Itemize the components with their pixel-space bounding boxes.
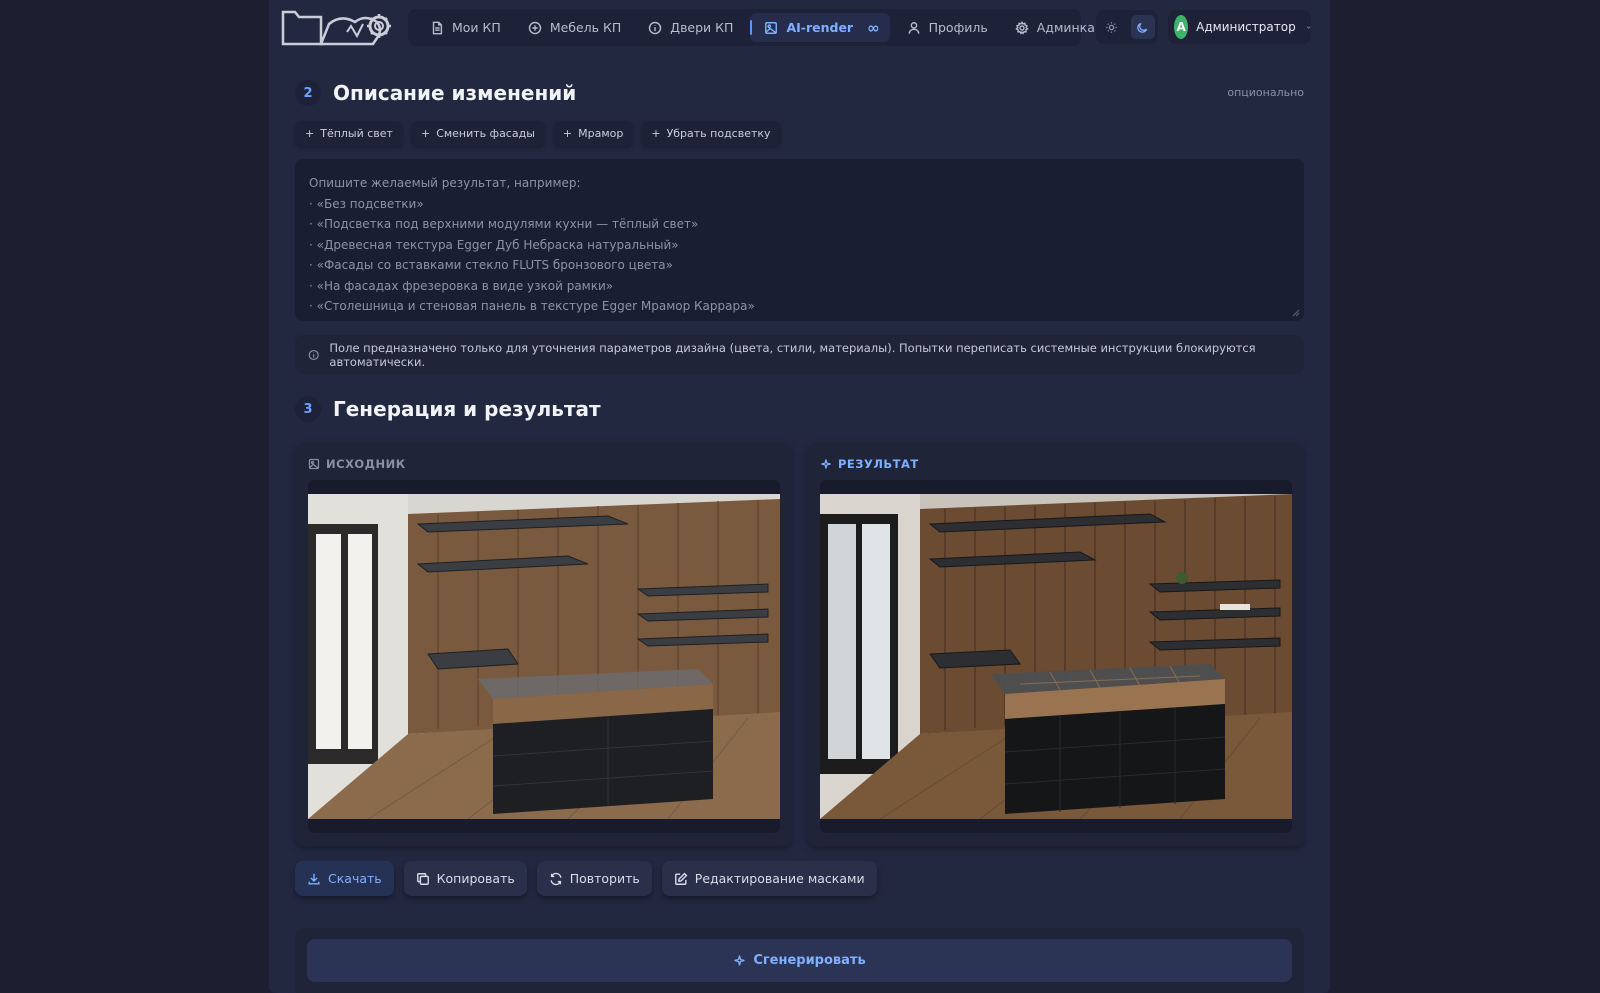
plus-icon: + (420, 127, 431, 140)
placeholder-line: Опишите желаемый результат, например: (309, 176, 581, 190)
chip-label: Тёплый свет (320, 127, 393, 140)
nav-item-my-kp[interactable]: Мои КП (420, 13, 511, 42)
plus-icon: + (562, 127, 573, 140)
theme-switch (1096, 10, 1158, 44)
preset-chip-warm-light[interactable]: + Тёплый свет (295, 121, 403, 146)
button-label: Редактирование масками (694, 871, 865, 886)
download-icon (308, 873, 320, 885)
button-label: Копировать (436, 871, 515, 886)
result-actions: Скачать Копировать Повторить Редактирова… (295, 861, 887, 896)
preset-chips: + Тёплый свет + Сменить фасады + Мрамор + Уб… (295, 121, 789, 146)
description-textarea[interactable]: Опишите желаемый результат, например: · … (295, 159, 1304, 321)
generate-label: Сгенерировать (753, 953, 866, 968)
source-label-text: ИСХОДНИК (326, 457, 406, 471)
top-bar: Мои КП Мебель КП Двери КП AI-render ∞ Пр… (269, 0, 1330, 56)
placeholder-line: · «Столешница и стеновая панель в тексту… (309, 299, 755, 313)
main-nav: Мои КП Мебель КП Двери КП AI-render ∞ Пр… (408, 9, 1095, 46)
generate-button[interactable]: Сгенерировать (307, 939, 1292, 982)
moon-icon (1137, 22, 1148, 33)
placeholder-line: · «Подсветка под верхними модулями кухни… (309, 217, 699, 231)
section-title: Описание изменений (333, 81, 577, 105)
optional-label: опционально (1227, 86, 1304, 99)
info-circle-icon (649, 21, 662, 34)
chip-label: Убрать подсветку (666, 127, 771, 140)
chevron-down-icon (1306, 25, 1311, 29)
light-theme-button[interactable] (1100, 15, 1124, 39)
user-menu[interactable]: A Администратор (1168, 10, 1311, 44)
section-generation-header: 3 Генерация и результат (295, 396, 601, 422)
section-title: Генерация и результат (333, 397, 601, 421)
section-description-header: 2 Описание изменений (295, 80, 576, 106)
document-icon (432, 21, 443, 34)
source-panel: ИСХОДНИК (295, 443, 792, 846)
placeholder-line: · «Древесная текстура Egger Дуб Небраска… (309, 237, 679, 252)
mask-edit-button[interactable]: Редактирование масками (661, 861, 877, 896)
nav-item-label: Двери КП (670, 20, 734, 35)
sparkle-icon (734, 955, 745, 966)
logo-icon[interactable] (281, 8, 393, 46)
nav-item-label: Админка (1036, 20, 1095, 35)
info-icon (308, 349, 319, 360)
copy-button[interactable]: Копировать (403, 861, 527, 896)
edit-icon (674, 872, 688, 885)
nav-item-profile[interactable]: Профиль (897, 13, 998, 42)
placeholder-line: · «Без подсветки» (309, 196, 424, 211)
button-label: Скачать (328, 871, 382, 886)
result-render-image (820, 494, 1292, 819)
button-label: Повторить (569, 871, 640, 886)
preset-chip-marble[interactable]: + Мрамор (552, 121, 634, 146)
plus-circle-icon (528, 21, 542, 34)
source-label: ИСХОДНИК (308, 457, 406, 471)
result-image[interactable] (820, 480, 1292, 833)
user-name: Администратор (1196, 20, 1296, 34)
step-number: 3 (295, 396, 321, 422)
plus-icon: + (305, 127, 315, 140)
placeholder-line: · «На фасадах фрезеровка в виде узкой ра… (309, 278, 614, 293)
gear-icon (1015, 20, 1029, 35)
step-number: 2 (295, 80, 321, 106)
download-button[interactable]: Скачать (295, 861, 394, 896)
source-image[interactable] (308, 480, 780, 833)
preset-chip-change-facades[interactable]: + Сменить фасады (410, 121, 545, 146)
nav-item-label: Мебель КП (549, 20, 622, 35)
generate-card: Сгенерировать (295, 928, 1304, 993)
nav-item-doors-kp[interactable]: Двери КП (638, 13, 743, 42)
page: Мои КП Мебель КП Двери КП AI-render ∞ Пр… (269, 0, 1330, 993)
notice-banner: Поле предназначено только для уточнения … (295, 335, 1304, 374)
avatar: A (1174, 15, 1189, 39)
nav-item-label: AI-render (786, 20, 854, 35)
preset-chip-remove-backlight[interactable]: + Убрать подсветку (641, 121, 781, 146)
chip-label: Мрамор (578, 127, 624, 140)
retry-button[interactable]: Повторить (536, 861, 652, 896)
chip-label: Сменить фасады (436, 127, 535, 140)
sun-icon (1106, 21, 1117, 33)
nav-item-admin[interactable]: Админка (1005, 13, 1105, 42)
refresh-icon (550, 872, 562, 885)
resize-handle-icon[interactable] (1292, 309, 1300, 317)
placeholder-line: · «Фасады со вставками стекло FLUTS брон… (309, 258, 673, 272)
result-label-text: РЕЗУЛЬТАТ (838, 457, 919, 471)
nav-item-label: Профиль (928, 20, 988, 35)
dark-theme-button[interactable] (1130, 15, 1155, 39)
source-render-image (308, 494, 780, 819)
image-icon (765, 21, 778, 34)
user-icon (908, 21, 920, 34)
sparkle-icon (821, 459, 831, 469)
unlimited-badge: ∞ (867, 18, 880, 37)
plus-icon: + (651, 127, 661, 140)
result-label: РЕЗУЛЬТАТ (820, 457, 919, 471)
nav-item-label: Мои КП (452, 20, 501, 35)
nav-item-ai-render[interactable]: AI-render ∞ (750, 13, 890, 42)
nav-item-furniture-kp[interactable]: Мебель КП (518, 13, 631, 42)
result-panel: РЕЗУЛЬТАТ (807, 443, 1304, 846)
copy-icon (416, 872, 429, 885)
notice-text: Поле предназначено только для уточнения … (329, 340, 1256, 369)
image-icon (308, 458, 320, 470)
